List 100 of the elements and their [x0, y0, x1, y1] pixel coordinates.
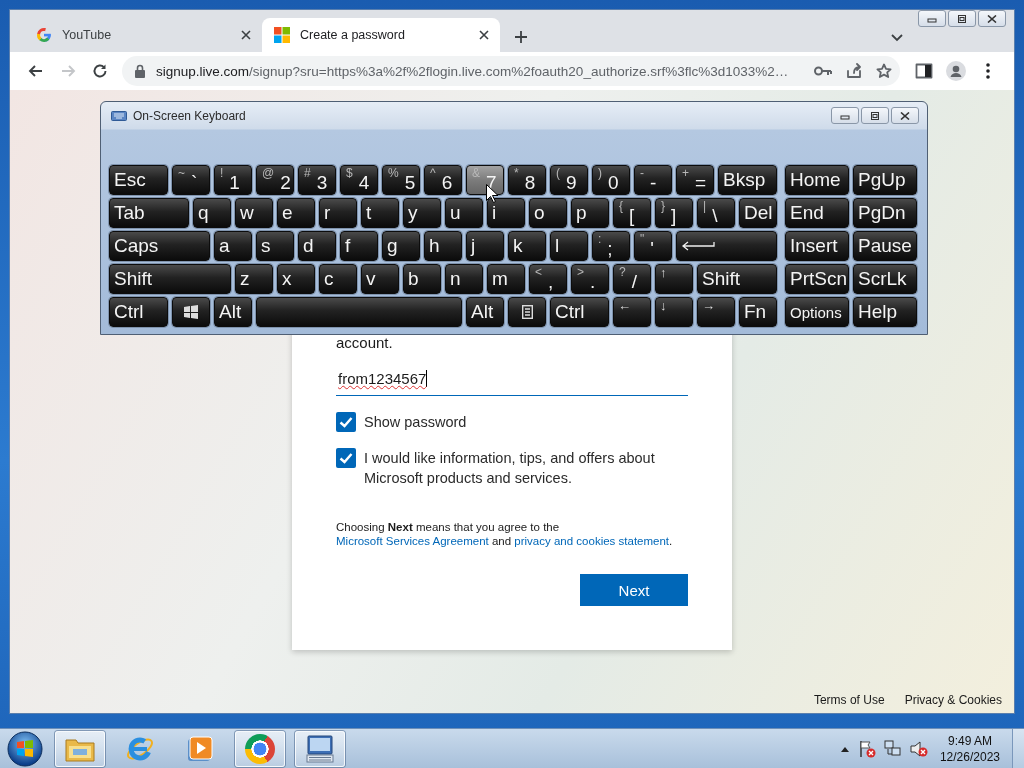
keyboard-key[interactable]: % 5 [382, 165, 420, 195]
keyboard-key[interactable]: : ; [592, 231, 630, 261]
keyboard-key[interactable]: Ctrl [550, 297, 609, 327]
keyboard-key[interactable]: y [403, 198, 441, 228]
keyboard-key[interactable]: n [445, 264, 483, 294]
keyboard-key[interactable]: u [445, 198, 483, 228]
close-icon[interactable] [478, 29, 490, 41]
keyboard-key[interactable]: Alt [214, 297, 252, 327]
keyboard-key[interactable]: l [550, 231, 588, 261]
keyboard-key[interactable]: i [487, 198, 525, 228]
keyboard-key[interactable]: ← [613, 297, 651, 327]
keyboard-key[interactable]: Esc [109, 165, 168, 195]
keyboard-key[interactable]: d [298, 231, 336, 261]
keyboard-key[interactable]: End [785, 198, 849, 228]
keyboard-key[interactable]: Tab [109, 198, 189, 228]
keyboard-key[interactable]: Fn [739, 297, 777, 327]
keyboard-key[interactable]: Shift [697, 264, 777, 294]
speaker-muted-icon[interactable] [909, 739, 928, 758]
keyboard-key[interactable]: > . [571, 264, 609, 294]
keyboard-key[interactable] [172, 297, 210, 327]
key-icon[interactable] [814, 65, 832, 77]
keyboard-key[interactable]: Alt [466, 297, 504, 327]
checkbox[interactable] [336, 412, 356, 432]
keyboard-key[interactable]: w [235, 198, 273, 228]
keyboard-key[interactable]: Shift [109, 264, 231, 294]
keyboard-key[interactable]: j [466, 231, 504, 261]
keyboard-key[interactable]: r [319, 198, 357, 228]
password-field[interactable]: from1234567 [336, 363, 688, 396]
star-icon[interactable] [876, 63, 892, 79]
keyboard-key[interactable]: PrtScn [785, 264, 849, 294]
restore-button[interactable] [861, 107, 889, 124]
keyboard-key[interactable]: $ 4 [340, 165, 378, 195]
keyboard-key[interactable]: g [382, 231, 420, 261]
taskbar-button[interactable] [235, 730, 285, 767]
start-orb-icon[interactable] [7, 730, 43, 767]
keyboard-key[interactable]: & 7 [466, 165, 504, 195]
keyboard-key[interactable]: Home [785, 165, 849, 195]
keyboard-key[interactable]: Del [739, 198, 777, 228]
keyboard-key[interactable]: Pause [853, 231, 917, 261]
keyboard-key[interactable]: @ 2 [256, 165, 294, 195]
next-button[interactable]: Next [580, 574, 688, 606]
keyboard-key[interactable]: s [256, 231, 294, 261]
keyboard-key[interactable]: Options [785, 297, 849, 327]
clock-time[interactable]: 9:49 AM [947, 732, 992, 749]
keyboard-key[interactable]: k [508, 231, 546, 261]
keyboard-key[interactable]: ) 0 [592, 165, 630, 195]
keyboard-key[interactable]: # 3 [298, 165, 336, 195]
keyboard-key[interactable]: Insert [785, 231, 849, 261]
agreement-link[interactable]: Microsoft Services Agreement [336, 535, 489, 547]
keyboard-key[interactable]: f [340, 231, 378, 261]
keyboard-key[interactable]: ? / [613, 264, 651, 294]
keyboard-key[interactable]: < , [529, 264, 567, 294]
footer-link[interactable]: Terms of Use [813, 693, 885, 707]
keyboard-key[interactable]: e [277, 198, 315, 228]
keyboard-key[interactable]: ! 1 [214, 165, 252, 195]
network-icon[interactable] [883, 739, 902, 758]
keyboard-key[interactable]: m [487, 264, 525, 294]
keyboard-key[interactable]: } ] [655, 198, 693, 228]
browser-tab[interactable]: YouTube [24, 18, 262, 52]
keyboard-key[interactable]: PgDn [853, 198, 917, 228]
taskbar-button[interactable] [295, 730, 345, 767]
close-button[interactable] [891, 107, 919, 124]
keyboard-key[interactable]: Ctrl [109, 297, 168, 327]
keyboard-key[interactable]: | \ [697, 198, 735, 228]
profile-avatar-icon[interactable] [946, 61, 966, 81]
browser-tab[interactable]: Create a password [262, 18, 500, 52]
checkbox[interactable] [336, 448, 356, 468]
new-tab-icon[interactable] [514, 30, 528, 44]
keyboard-key[interactable]: { [ [613, 198, 651, 228]
keyboard-key[interactable]: - - [634, 165, 672, 195]
show-desktop-button[interactable] [1012, 728, 1024, 768]
keyboard-key[interactable]: p [571, 198, 609, 228]
clock-date[interactable]: 12/26/2023 [939, 748, 1000, 765]
flag-alert-icon[interactable] [857, 739, 876, 758]
keyboard-key[interactable]: ScrLk [853, 264, 917, 294]
keyboard-key[interactable]: ↑ [655, 264, 693, 294]
keyboard-key[interactable]: x [277, 264, 315, 294]
keyboard-key[interactable]: v [361, 264, 399, 294]
keyboard-key[interactable]: o [529, 198, 567, 228]
close-icon[interactable] [240, 29, 252, 41]
keyboard-key[interactable]: q [193, 198, 231, 228]
keyboard-key[interactable]: Bksp [718, 165, 777, 195]
keyboard-key[interactable]: t [361, 198, 399, 228]
keyboard-key[interactable]: PgUp [853, 165, 917, 195]
keyboard-key[interactable]: a [214, 231, 252, 261]
keyboard-key[interactable]: Help [853, 297, 917, 327]
share-icon[interactable] [846, 63, 862, 79]
keyboard-key[interactable]: Caps [109, 231, 210, 261]
keyboard-key[interactable]: ↓ [655, 297, 693, 327]
keyboard-key[interactable] [676, 231, 777, 261]
footer-link[interactable]: Privacy & Cookies [904, 693, 1002, 707]
keyboard-key[interactable]: ~ ` [172, 165, 210, 195]
keyboard-key[interactable]: z [235, 264, 273, 294]
keyboard-key[interactable] [508, 297, 546, 327]
keyboard-key[interactable]: → [697, 297, 735, 327]
keyboard-key[interactable]: c [319, 264, 357, 294]
reload-icon[interactable] [91, 62, 109, 80]
restore-button[interactable] [948, 10, 976, 27]
address-bar[interactable]: signup.live.com/signup?sru=https%3a%2f%2flogin.live.com%2foauth20_authorize.srf%3flc%3d1033%2… [122, 56, 900, 86]
keyboard-key[interactable]: h [424, 231, 462, 261]
